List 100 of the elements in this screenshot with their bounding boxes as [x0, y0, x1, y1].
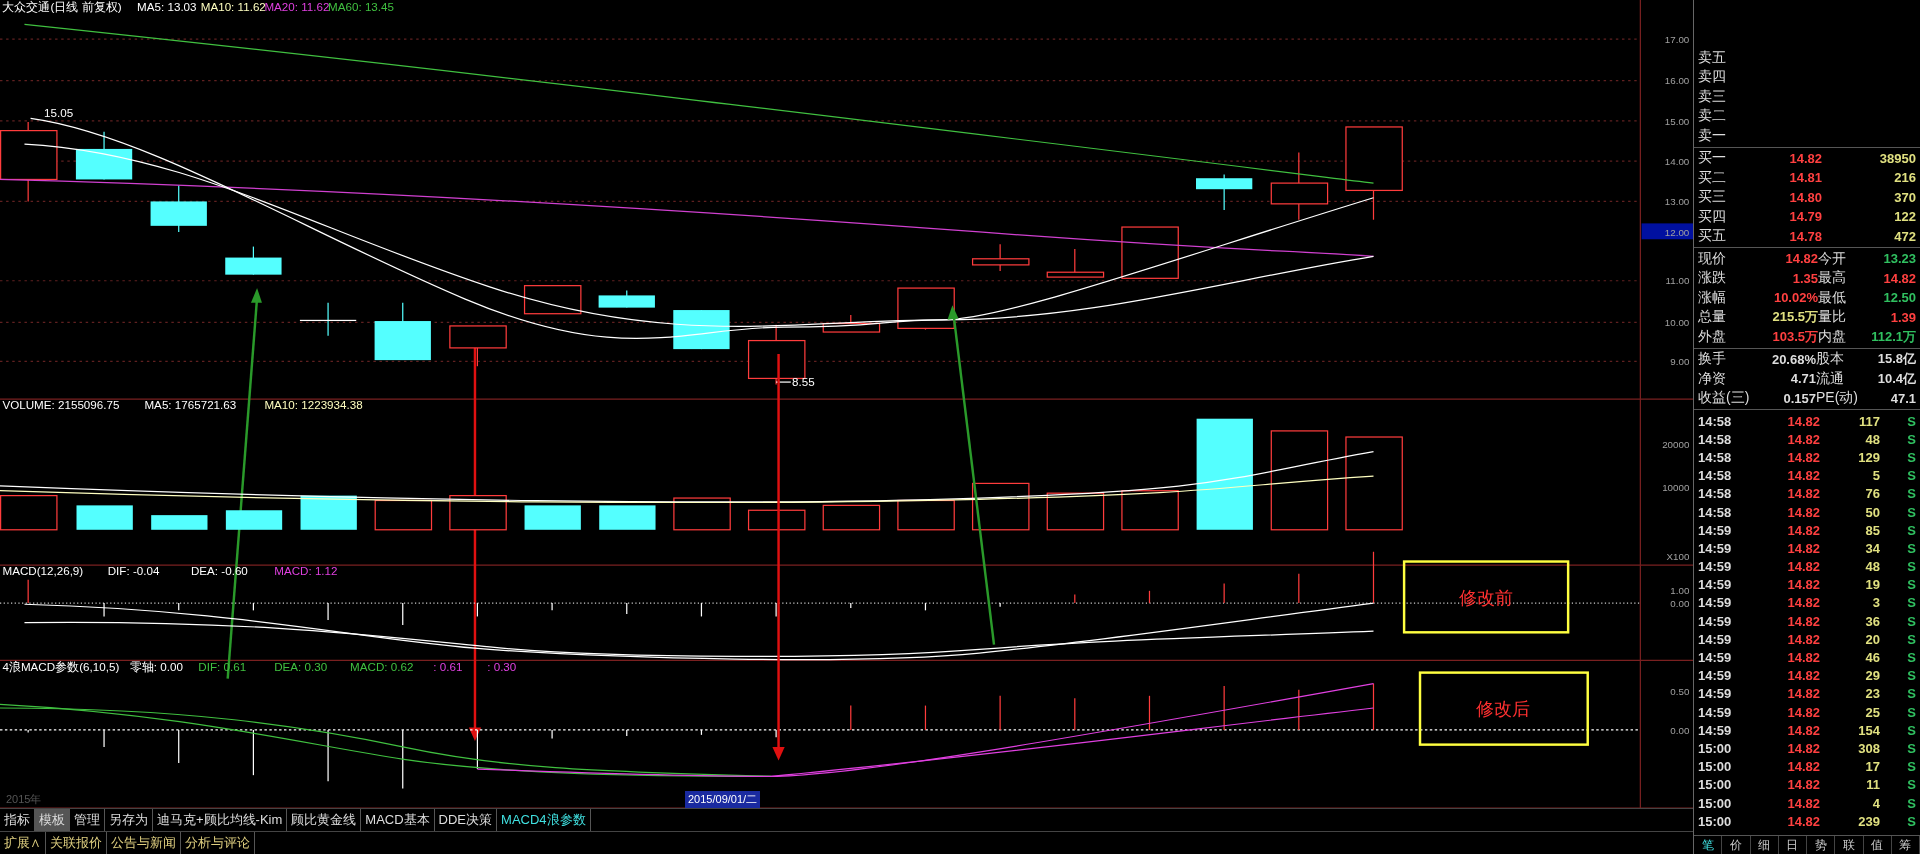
volume-bar — [0, 495, 58, 531]
trade-volume: 85 — [1864, 522, 1880, 538]
macd-bar — [476, 602, 479, 618]
trade-time: 14:59 — [1698, 613, 1733, 629]
finance-value: 4.71 — [1789, 371, 1816, 387]
ask-level-label: 卖四 — [1698, 68, 1726, 87]
wave-macd-label: : 0.61 — [433, 660, 463, 674]
trade-volume: 36 — [1864, 613, 1880, 629]
bid-volume: 38950 — [1878, 150, 1916, 166]
trade-side: S — [1906, 504, 1916, 520]
trade-price: 14.82 — [1786, 759, 1820, 775]
trade-price: 14.82 — [1786, 722, 1820, 738]
macd-axis-label: 0.00 — [1670, 597, 1690, 609]
bid-level-label: 买五 — [1698, 227, 1727, 246]
wave-macd-label: 4浪MACD参数(6,10,5) — [2, 660, 120, 674]
volume-bar — [151, 515, 208, 530]
trade-volume: 239 — [1857, 813, 1880, 829]
trade-side: S — [1906, 740, 1916, 756]
trade-time: 14:58 — [1698, 449, 1733, 465]
volume-bar — [76, 505, 133, 530]
bid-volume: 122 — [1893, 209, 1916, 225]
candlestick — [822, 314, 881, 333]
candlestick — [225, 245, 282, 276]
trade-time: 14:59 — [1698, 540, 1733, 556]
low-price-marker — [775, 381, 792, 383]
ask-level-label: 卖一 — [1698, 126, 1726, 145]
finance-label: PE(动) — [1816, 389, 1859, 408]
finance-label: 收益(三) — [1698, 389, 1751, 408]
bid-price: 14.79 — [1788, 209, 1822, 225]
trade-side: S — [1906, 777, 1916, 793]
stat-label: 最低 — [1818, 288, 1847, 307]
high-price-label: 15.05 — [44, 106, 74, 120]
volume-bar — [673, 497, 731, 531]
trade-time: 15:00 — [1698, 813, 1733, 829]
stat-value: 14.82 — [1882, 270, 1916, 286]
trade-volume: 76 — [1864, 486, 1880, 502]
crosshair-price: 12.00 — [1664, 226, 1690, 238]
price-axis-label: 11.00 — [1665, 275, 1690, 287]
volume-axis-label: 10000 — [1662, 481, 1690, 493]
finance-value: 20.68% — [1770, 351, 1816, 367]
volume-bar — [1121, 490, 1179, 531]
trade-side: S — [1906, 650, 1916, 666]
macd-bar — [700, 602, 703, 618]
macd-bar — [1148, 590, 1151, 604]
trade-volume: 3 — [1871, 595, 1880, 611]
trade-volume: 23 — [1864, 686, 1880, 702]
bid-level-label: 买三 — [1698, 188, 1727, 207]
bid-price: 14.82 — [1788, 150, 1822, 166]
volume-axis-label: 20000 — [1662, 439, 1690, 450]
trade-volume: 11 — [1865, 777, 1880, 793]
stat-value: 112.1万 — [1870, 327, 1916, 346]
volume-unit: X100 — [1666, 551, 1690, 563]
trade-price: 14.82 — [1786, 668, 1820, 684]
trade-volume: 25 — [1864, 704, 1880, 720]
wave-axis-label: 0.00 — [1670, 724, 1690, 736]
trade-time: 14:58 — [1698, 413, 1733, 429]
trade-price: 14.82 — [1786, 413, 1820, 429]
price-axis-label: 10.00 — [1664, 316, 1690, 328]
trade-price: 14.82 — [1786, 449, 1820, 465]
trade-price: 14.82 — [1786, 522, 1820, 538]
macd-bar — [1372, 683, 1375, 731]
candlestick — [598, 289, 655, 309]
trade-side: S — [1906, 540, 1916, 556]
volume-bar — [972, 482, 1030, 531]
price-axis-label: 15.00 — [1664, 115, 1690, 127]
trade-price: 14.82 — [1786, 468, 1820, 484]
stat-value: 10.02% — [1772, 290, 1818, 306]
trade-side: S — [1906, 722, 1916, 738]
ask-level-label: 卖三 — [1698, 87, 1726, 106]
stat-label: 涨幅 — [1698, 288, 1727, 307]
price-axis-label: 13.00 — [1664, 196, 1690, 208]
trade-side: S — [1906, 813, 1916, 829]
trade-price: 14.82 — [1786, 431, 1820, 447]
candlestick — [299, 302, 357, 337]
macd-label: MACD: 1.12 — [274, 563, 338, 577]
candlestick — [897, 287, 955, 331]
wave-macd-label: 零轴: 0.00 — [129, 660, 183, 674]
trade-price: 14.82 — [1786, 559, 1820, 575]
trade-side: S — [1906, 486, 1916, 502]
trade-volume: 48 — [1864, 559, 1880, 575]
candlestick — [1046, 248, 1105, 278]
trade-price: 14.82 — [1786, 650, 1820, 666]
macd-bar — [924, 602, 927, 611]
candlestick — [1270, 152, 1329, 221]
trade-side: S — [1906, 759, 1916, 775]
volume-bar — [374, 499, 433, 531]
trade-volume: 19 — [1864, 577, 1880, 593]
trade-side: S — [1906, 631, 1916, 647]
trade-side: S — [1906, 595, 1916, 611]
trade-price: 14.82 — [1786, 631, 1820, 647]
ma-label: MA60: 13.45 — [328, 0, 394, 13]
bid-volume: 472 — [1893, 228, 1916, 244]
volume-bar — [524, 505, 581, 530]
volume-label: MA10: 1223934.38 — [264, 397, 363, 411]
bid-price: 14.80 — [1788, 189, 1822, 205]
price-axis-label: 9.00 — [1670, 356, 1690, 367]
template-tab[interactable]: 模板 — [35, 809, 70, 832]
trade-volume: 308 — [1857, 740, 1880, 756]
trade-price: 14.82 — [1786, 504, 1820, 520]
low-price-label: 8.55 — [792, 374, 815, 388]
